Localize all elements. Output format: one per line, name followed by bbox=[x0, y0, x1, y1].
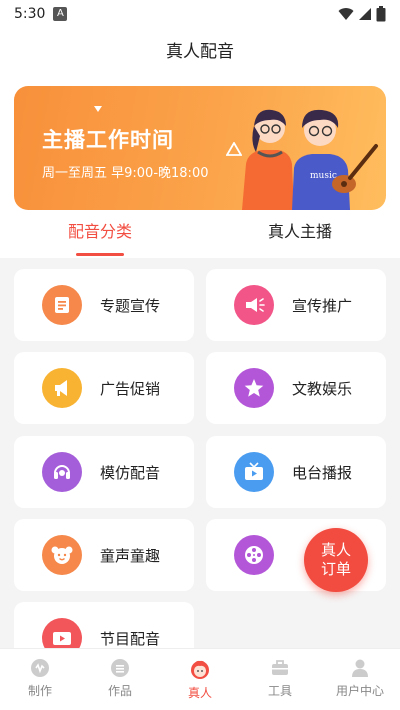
battery-icon bbox=[376, 6, 386, 22]
category-label: 电台播报 bbox=[292, 463, 353, 482]
category-card-program[interactable]: 节目配音 bbox=[14, 602, 194, 648]
category-card-radio[interactable]: 电台播报 bbox=[206, 436, 386, 508]
notification-a-icon: A bbox=[53, 7, 68, 21]
category-label: 模仿配音 bbox=[100, 463, 161, 482]
triangle-decoration-icon bbox=[94, 106, 102, 112]
person-icon bbox=[191, 660, 209, 679]
signal-icon bbox=[359, 8, 371, 20]
work-hours-banner[interactable]: 主播工作时间 周一至周五 早9:00-晚18:00 music bbox=[14, 86, 386, 210]
nav-label: 作品 bbox=[107, 684, 132, 698]
nav-item-make[interactable]: 制作 bbox=[0, 649, 80, 710]
category-label: 宣传推广 bbox=[292, 296, 353, 315]
category-label: 文教娱乐 bbox=[292, 379, 353, 398]
status-time: 5:30 bbox=[14, 6, 46, 22]
category-tabs: 配音分类 真人主播 bbox=[0, 210, 400, 258]
banner-title: 主播工作时间 bbox=[42, 128, 174, 152]
video-icon bbox=[42, 618, 82, 648]
category-card-promotion[interactable]: 宣传推广 bbox=[206, 269, 386, 341]
film-reel-icon bbox=[234, 535, 274, 575]
category-card-culture-entertainment[interactable]: 文教娱乐 bbox=[206, 352, 386, 424]
headset-icon bbox=[42, 452, 82, 492]
nav-label: 制作 bbox=[27, 684, 52, 698]
nav-item-works[interactable]: 作品 bbox=[80, 649, 160, 710]
status-icons bbox=[338, 6, 386, 22]
category-card-special-promo[interactable]: 专题宣传 bbox=[14, 269, 194, 341]
fab-line-2: 订单 bbox=[320, 560, 351, 578]
shirt-text: music bbox=[310, 171, 337, 181]
nav-item-real-person[interactable]: 真人 bbox=[160, 649, 240, 710]
megaphone-icon bbox=[234, 285, 274, 325]
category-card-imitation[interactable]: 模仿配音 bbox=[14, 436, 194, 508]
category-label: 童声童趣 bbox=[100, 546, 161, 565]
nav-label: 工具 bbox=[267, 684, 292, 698]
nav-item-user-center[interactable]: 用户中心 bbox=[320, 649, 400, 710]
toolbox-icon bbox=[272, 660, 288, 675]
nav-item-tools[interactable]: 工具 bbox=[240, 649, 320, 710]
bear-icon bbox=[42, 535, 82, 575]
nav-label: 用户中心 bbox=[335, 684, 384, 698]
make-icon bbox=[31, 659, 49, 677]
nav-label: 真人 bbox=[187, 686, 212, 700]
tv-icon bbox=[234, 452, 274, 492]
tab-voice-categories[interactable]: 配音分类 bbox=[0, 210, 200, 258]
banner-subtitle: 周一至周五 早9:00-晚18:00 bbox=[42, 166, 209, 181]
tab-real-hosts[interactable]: 真人主播 bbox=[200, 210, 400, 258]
works-icon bbox=[111, 659, 129, 677]
hosts-illustration: music bbox=[242, 109, 378, 210]
category-label: 节目配音 bbox=[100, 629, 161, 648]
fab-line-1: 真人 bbox=[320, 541, 351, 559]
status-bar: 5:30 A bbox=[0, 0, 400, 28]
wifi-icon bbox=[338, 8, 354, 20]
category-card-children[interactable]: 童声童趣 bbox=[14, 519, 194, 591]
star-icon bbox=[234, 368, 274, 408]
user-icon bbox=[352, 659, 368, 677]
category-card-ad-sales[interactable]: 广告促销 bbox=[14, 352, 194, 424]
bottom-navigation: 制作 作品 真人 工具 用户中心 bbox=[0, 648, 400, 710]
page-title: 真人配音 bbox=[0, 28, 400, 76]
loudspeaker-icon bbox=[42, 368, 82, 408]
real-person-orders-button[interactable]: 真人 订单 bbox=[304, 528, 368, 592]
category-label: 专题宣传 bbox=[100, 296, 161, 315]
category-label: 广告促销 bbox=[100, 379, 161, 398]
document-icon bbox=[42, 285, 82, 325]
